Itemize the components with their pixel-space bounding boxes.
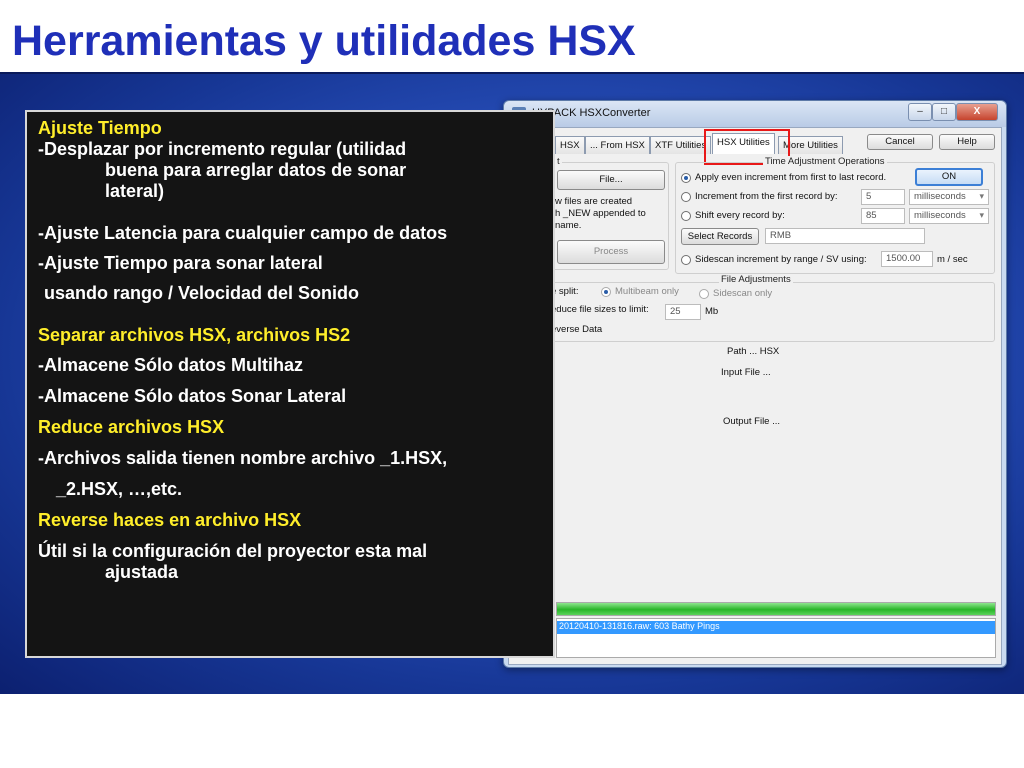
bullet-line: -Archivos salida tienen nombre archivo _… xyxy=(38,448,448,468)
bullet-line: -Ajuste Tiempo para sonar lateral xyxy=(38,253,323,273)
bullet-line: -Ajuste Latencia para cualquier campo de… xyxy=(38,223,448,243)
radio-indicator xyxy=(681,172,691,183)
radio-indicator xyxy=(681,254,691,265)
description-panel: Ajuste Tiempo -Desplazar por incremento … xyxy=(25,110,555,658)
progress-fill xyxy=(557,603,995,615)
reduce-label: educe file sizes to limit: xyxy=(551,304,649,315)
minimize-button[interactable]: – xyxy=(908,103,932,121)
log-list[interactable]: 20120410-131816.raw: 603 Bathy Pings xyxy=(556,618,996,658)
radio-even-increment[interactable]: Apply even increment from first to last … xyxy=(681,172,886,183)
input-file-label: Input File ... xyxy=(721,367,771,378)
bullet-line: -Desplazar por incremento regular (utili… xyxy=(38,139,407,159)
heading-reverse-beams: Reverse haces en archivo HSX xyxy=(38,510,302,530)
heading-time-adjust: Ajuste Tiempo xyxy=(38,118,162,138)
increment-value-field[interactable]: 5 xyxy=(861,189,905,205)
bullet-line: _2.HSX, …,etc. xyxy=(56,479,183,499)
tab-from-hsx[interactable]: ... From HSX xyxy=(585,136,650,154)
close-button[interactable]: X xyxy=(956,103,998,121)
window-titlebar: HYPACK HSXConverter – □ X xyxy=(504,101,1006,127)
cancel-button[interactable]: Cancel xyxy=(867,134,933,150)
radio-label: Multibeam only xyxy=(615,286,679,297)
tab-hsx[interactable]: HSX xyxy=(555,136,585,154)
select-records-field[interactable]: RMB xyxy=(765,228,925,244)
bullet-line: buena para arreglar datos de sonar xyxy=(105,160,407,180)
sv-value-field[interactable]: 1500.00 xyxy=(881,251,933,267)
input-group-title: t xyxy=(555,156,562,167)
maximize-button[interactable]: □ xyxy=(932,103,956,121)
info-text-2: h _NEW appended to xyxy=(555,208,646,219)
bullet-line: usando rango / Velocidad del Sonido xyxy=(44,283,360,303)
info-text-3: name. xyxy=(555,220,582,231)
radio-label: Increment from the first record by: xyxy=(695,191,838,202)
help-button[interactable]: Help xyxy=(939,134,995,150)
window-client-area: HSX ... From HSX XTF Utilities HSX Utili… xyxy=(508,127,1002,665)
radio-sidescan-only[interactable]: Sidescan only xyxy=(699,288,772,299)
slide-title: Herramientas y utilidades HSX xyxy=(12,17,636,65)
reduce-value-field[interactable]: 25 xyxy=(665,304,701,320)
radio-shift-every[interactable]: Shift every record by: xyxy=(681,210,785,221)
sv-unit-label: m / sec xyxy=(937,254,968,265)
radio-increment-first[interactable]: Increment from the first record by: xyxy=(681,191,838,202)
radio-label: Apply even increment from first to last … xyxy=(695,172,887,183)
radio-label: Sidescan only xyxy=(713,288,773,299)
bullet-line: Útil si la configuración del proyector e… xyxy=(38,541,428,561)
heading-split-files: Separar archivos HSX, archivos HS2 xyxy=(38,325,351,345)
split-label: e split: xyxy=(551,286,579,297)
radio-indicator xyxy=(601,286,611,297)
reverse-label: everse Data xyxy=(551,324,603,335)
bullet-line: -Almacene Sólo datos Multihaz xyxy=(38,355,304,375)
output-file-label: Output File ... xyxy=(723,416,781,427)
file-adjustments-title: File Adjustments xyxy=(719,274,793,285)
on-button[interactable]: ON xyxy=(915,168,983,186)
radio-indicator xyxy=(699,288,709,299)
radio-multibeam-only[interactable]: Multibeam only xyxy=(601,286,679,297)
progress-bar xyxy=(556,602,996,616)
increment-unit-combo[interactable]: milliseconds xyxy=(909,189,989,205)
process-button[interactable]: Process xyxy=(557,240,665,264)
radio-label: Shift every record by: xyxy=(695,210,785,221)
tab-xtf-utilities[interactable]: XTF Utilities xyxy=(650,136,712,154)
radio-indicator xyxy=(681,210,691,221)
radio-sidescan-increment[interactable]: Sidescan increment by range / SV using: xyxy=(681,254,867,265)
heading-reduce-files: Reduce archivos HSX xyxy=(38,417,225,437)
log-row-selected[interactable]: 20120410-131816.raw: 603 Bathy Pings xyxy=(557,621,995,634)
shift-value-field[interactable]: 85 xyxy=(861,208,905,224)
radio-label: Sidescan increment by range / SV using: xyxy=(695,254,867,265)
info-text-1: w files are created xyxy=(555,196,633,207)
shift-unit-combo[interactable]: milliseconds xyxy=(909,208,989,224)
bullet-line: lateral) xyxy=(105,181,165,201)
hsx-converter-window: HYPACK HSXConverter – □ X HSX ... From H… xyxy=(503,100,1007,668)
file-button[interactable]: File... xyxy=(557,170,665,190)
reduce-unit-label: Mb xyxy=(705,306,719,317)
select-records-button[interactable]: Select Records xyxy=(681,228,759,245)
bullet-line: ajustada xyxy=(105,562,179,582)
bullet-line: -Almacene Sólo datos Sonar Lateral xyxy=(38,386,347,406)
time-adjustment-title: Time Adjustment Operations xyxy=(763,156,887,167)
radio-indicator xyxy=(681,191,691,202)
path-label: Path ... HSX xyxy=(727,346,780,357)
